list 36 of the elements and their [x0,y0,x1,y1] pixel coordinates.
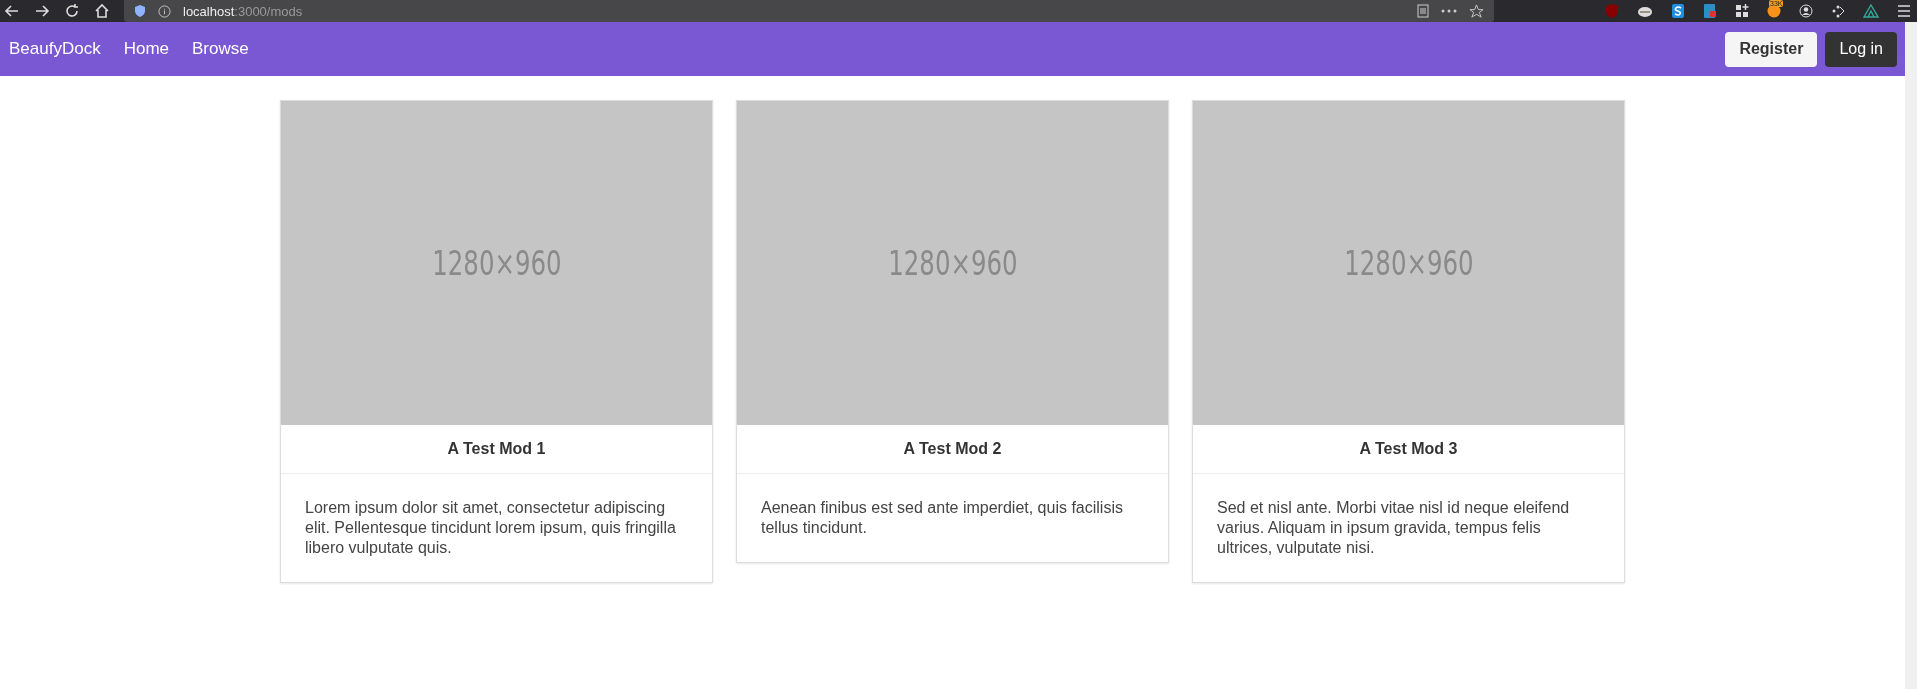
star-icon[interactable] [1469,3,1484,19]
address-bar[interactable]: localhost:3000/mods [124,0,1494,22]
mod-card[interactable]: 1280×960 A Test Mod 2 Aenean finibus est sed ante imperdiet, quis facilisis tellus tincidunt. [736,100,1169,563]
url-text: localhost:3000/mods [183,3,303,19]
reader-icon[interactable] [1417,4,1429,18]
s-extension-icon[interactable] [1671,3,1685,19]
reload-icon[interactable] [64,3,80,19]
card-description: Lorem ipsum dolor sit amet, consectetur adipiscing elit. Pellentesque tincidunt lorem ipsum, quis fringilla libero vulputate quis. [305,498,677,558]
card-description: Sed et nisl ante. Morbi vitae nisl id neque eleifend varius. Aliquam in ipsum gravida, tempus felis ultrices, vulputate nisi. [1217,498,1571,558]
card-title: A Test Mod 3 [1193,425,1624,474]
image-size-label: 1280×960 [1343,243,1474,283]
image-size-label: 1280×960 [887,243,1018,283]
nav-link[interactable]: Browse [192,39,249,59]
nav-link[interactable]: Home [123,39,170,59]
card-title: A Test Mod 2 [737,425,1168,474]
home-icon[interactable] [94,3,110,19]
mod-card[interactable]: 1280×960 A Test Mod 3 Sed et nisl ante. Morbi vitae nisl id neque eleifend varius. Aliquam in ipsum gravida, tempus felis ultrices, vulputate nisi. [1192,100,1625,583]
info-icon [158,4,171,18]
triangle-logo-icon[interactable] [1863,4,1879,18]
image-size-label: 1280×960 [431,243,562,283]
brand-link[interactable]: BeaufyDock [9,39,101,59]
grid-plus-icon[interactable] [1735,4,1749,18]
card-title: A Test Mod 1 [281,425,712,474]
shield-icon [134,4,146,18]
login-button[interactable]: Log in [1825,31,1897,67]
back-icon[interactable] [4,3,20,19]
account-icon[interactable] [1799,4,1813,18]
register-button[interactable]: Register [1725,31,1818,67]
mod-card[interactable]: 1280×960 A Test Mod 1 Lorem ipsum dolor sit amet, consectetur adipiscing elit. Pellentesque tincidunt lorem ipsum, quis fringilla libero vulputate quis. [280,100,713,583]
forward-icon[interactable] [34,3,50,19]
menu-icon[interactable] [1897,5,1911,17]
scrollbar[interactable] [1905,22,1917,689]
dots-arrow-icon[interactable] [1831,4,1845,18]
lock-extension-icon[interactable] [1703,3,1717,19]
more-icon[interactable] [1441,9,1457,13]
card-description: Aenean finibus est sed ante imperdiet, quis facilisis tellus tincidunt. [761,498,1124,538]
